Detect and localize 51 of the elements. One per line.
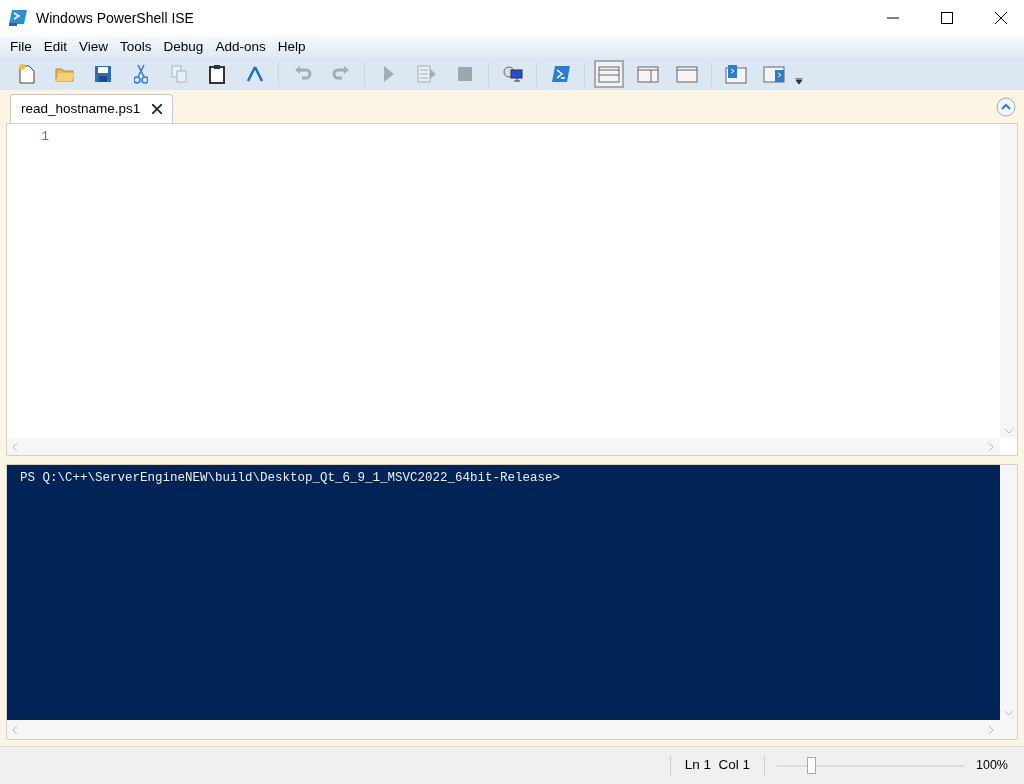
maximize-icon (941, 12, 953, 24)
script-pane-top-icon (598, 65, 620, 83)
clipboard-icon (208, 64, 225, 84)
line-number: 1 (40, 128, 49, 146)
scroll-right-icon (989, 442, 994, 451)
scroll-right-icon (989, 725, 994, 734)
collapse-script-pane-icon[interactable] (996, 97, 1016, 117)
remote-computer-icon (502, 65, 523, 83)
close-tab-icon[interactable] (152, 104, 163, 114)
scroll-left-icon (13, 442, 18, 451)
zoom-slider[interactable] (777, 756, 964, 775)
run-selection-icon (416, 65, 437, 83)
redo-icon (331, 66, 350, 82)
overflow-icon (795, 78, 803, 84)
script-editor[interactable]: 1 (6, 123, 1018, 456)
scissors-icon (133, 64, 148, 84)
undo-icon (293, 66, 312, 82)
scroll-left-icon (13, 725, 18, 734)
window-title: Windows PowerShell ISE (36, 8, 194, 28)
cursor-position: Ln 1 Col 1 (683, 756, 751, 775)
menu-item[interactable]: Debug (157, 36, 210, 58)
minimize-icon (887, 17, 899, 19)
console-pane[interactable]: PS Q:\C++\ServerEngineNEW\build\Desktop_Qt_6_9_1_MSVC2022_64bit-Release> (6, 464, 1018, 740)
scroll-down-icon (1004, 711, 1013, 716)
layout-button[interactable] (594, 60, 624, 88)
vertical-scrollbar[interactable] (1000, 124, 1017, 438)
script-pane-right-icon (637, 65, 659, 83)
powershell-icon (550, 65, 571, 83)
console-prompt: PS Q:\C++\ServerEngineNEW\build\Desktop_Qt_6_9_1_MSVC2022_64bit-Release> (20, 470, 562, 487)
show-console-pane-icon (762, 65, 785, 83)
menu-item[interactable]: Help (271, 36, 312, 58)
menu-item[interactable]: Tools (114, 36, 158, 58)
menu-item[interactable]: View (73, 36, 115, 58)
zoom-percentage: 100% (976, 757, 1008, 775)
horizontal-scrollbar[interactable] (7, 438, 1000, 455)
tab-label: read_hostname.ps1 (21, 99, 141, 118)
script-pane-maximized-icon (676, 65, 698, 83)
copy-icon (170, 65, 187, 83)
menu-item[interactable]: File (4, 36, 38, 58)
powershell-app-icon (8, 9, 28, 27)
stop-icon (456, 66, 473, 82)
zoom-slider-thumb[interactable] (806, 756, 816, 774)
play-icon (382, 65, 395, 83)
menu-item[interactable]: Edit (37, 36, 74, 58)
menu-item[interactable]: Add-ons (209, 36, 272, 58)
new-file-icon (17, 64, 36, 84)
file-tab[interactable]: read_hostname.ps1 (10, 94, 174, 123)
show-script-pane-icon (724, 64, 747, 84)
close-icon (995, 12, 1007, 24)
scroll-down-icon (1004, 429, 1013, 434)
folder-icon (54, 66, 75, 82)
